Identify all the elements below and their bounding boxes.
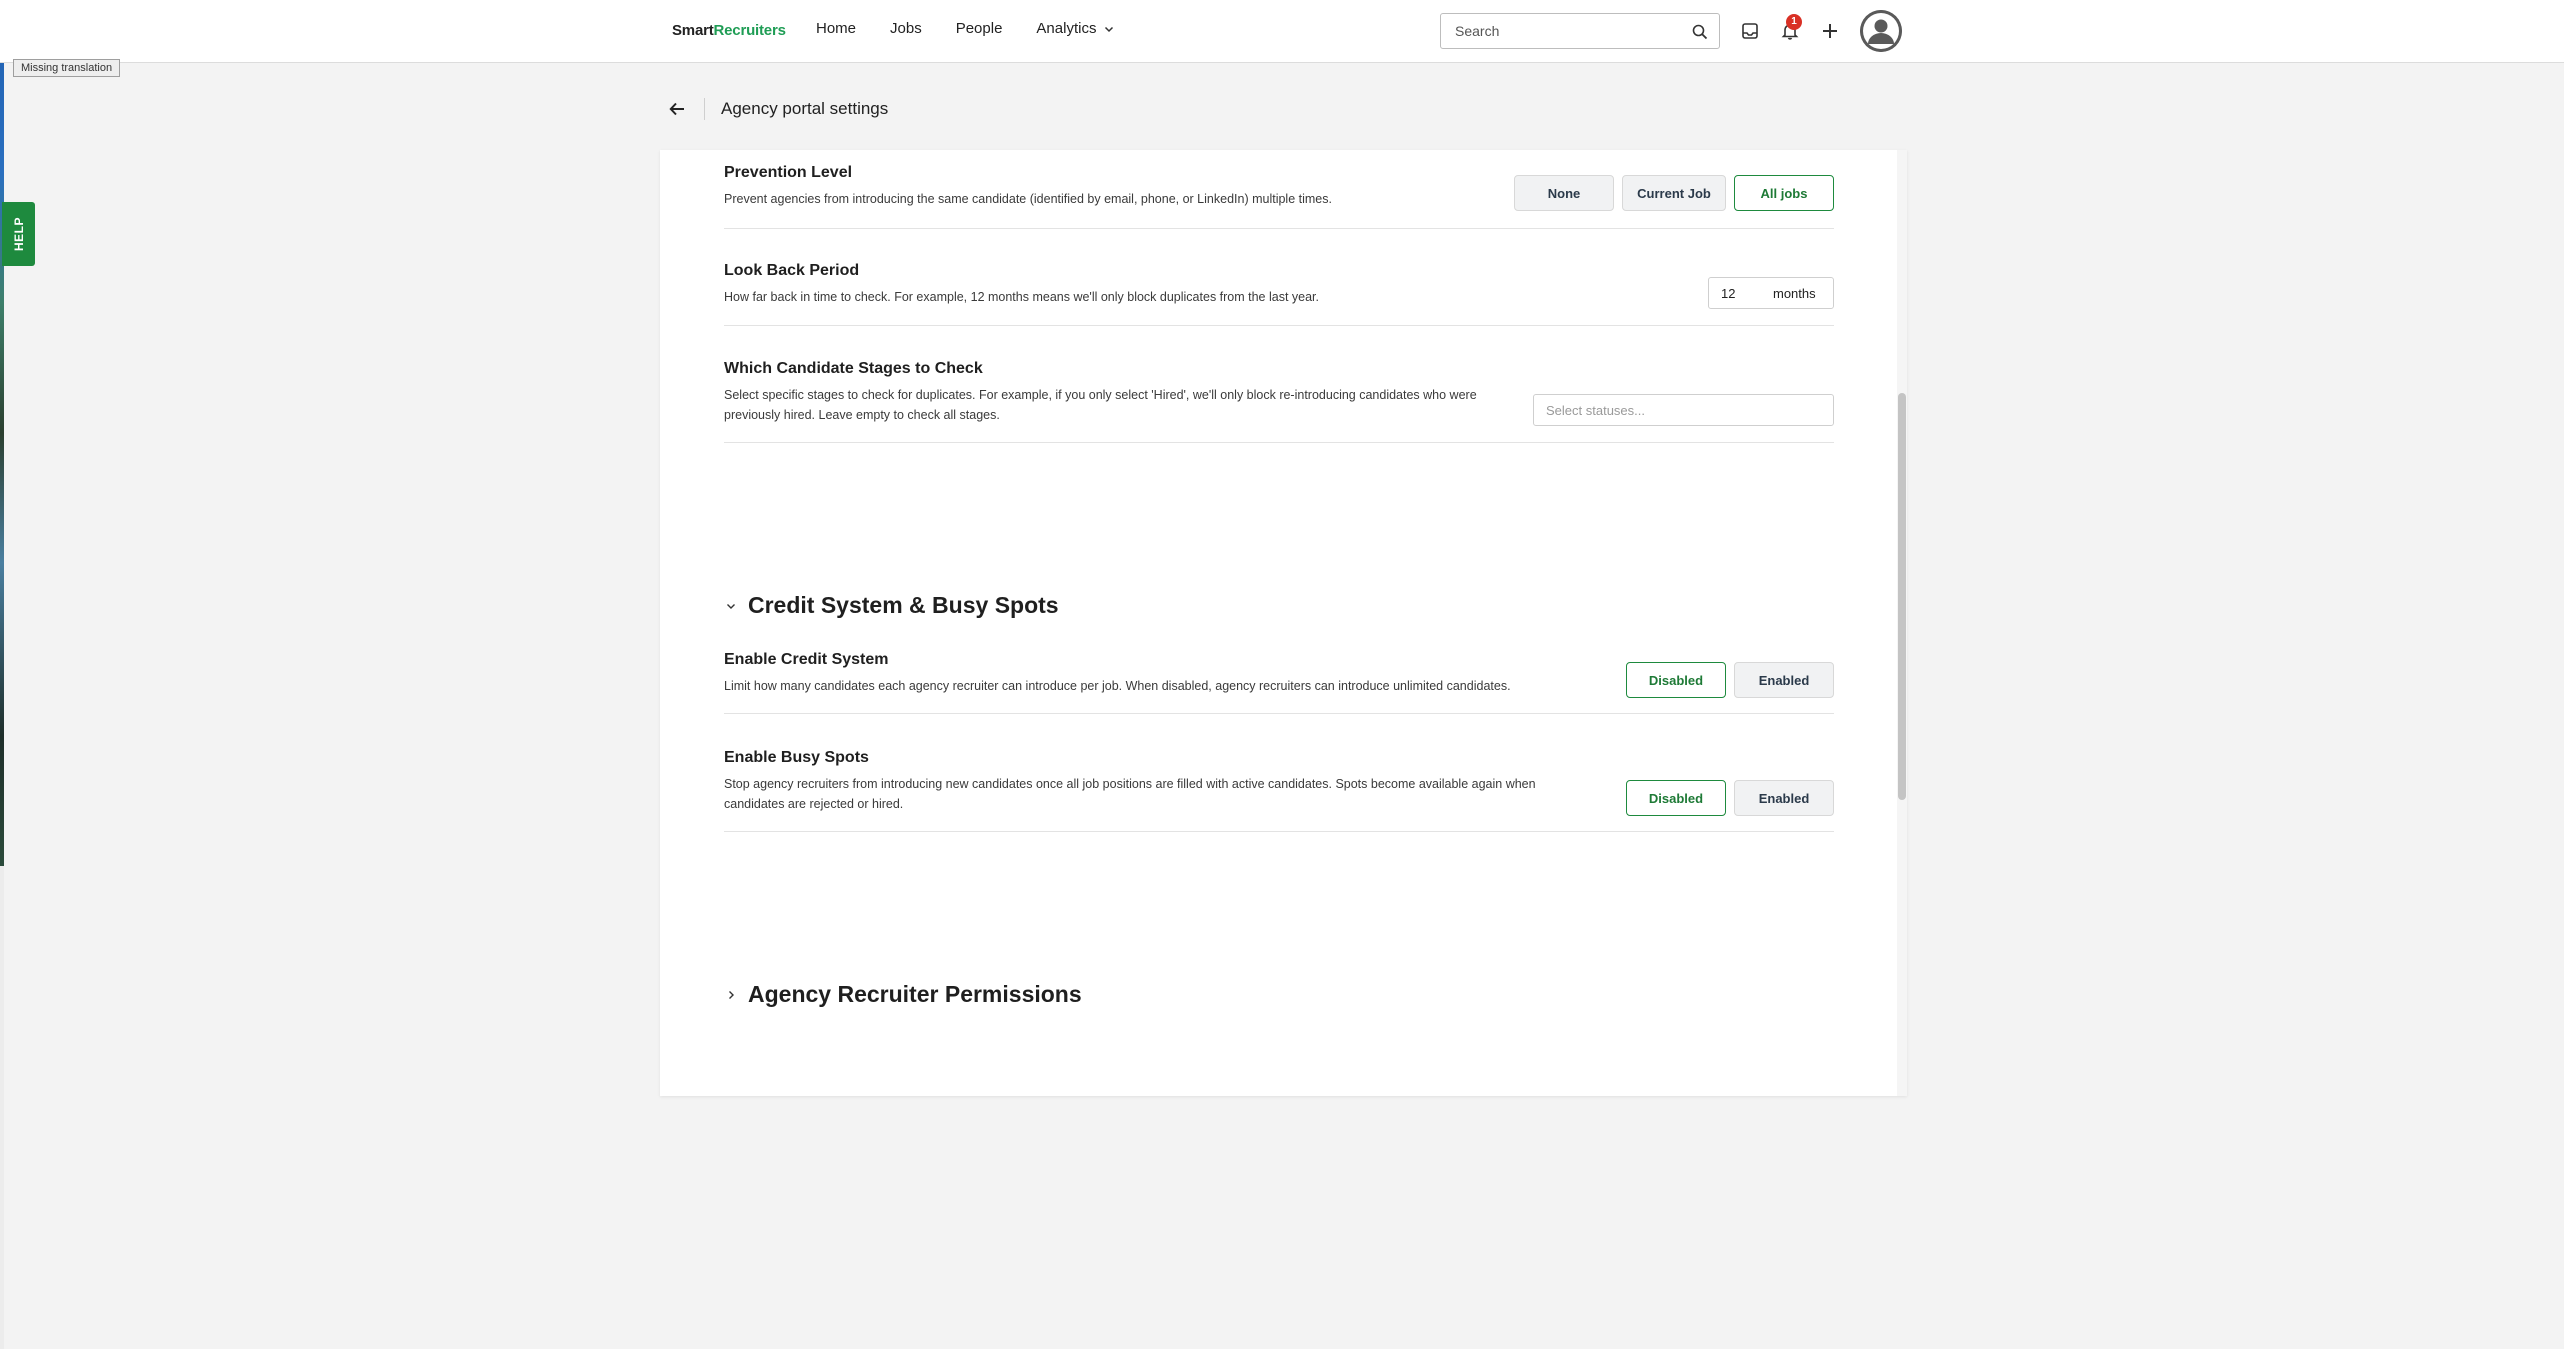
left-edge-background-lower bbox=[0, 866, 4, 1349]
chevron-down-icon bbox=[1105, 26, 1114, 32]
nav-home[interactable]: Home bbox=[816, 20, 856, 37]
main-nav: Home Jobs People Analytics bbox=[816, 20, 1148, 37]
logo-text-smart: Smart bbox=[672, 22, 714, 39]
missing-translation-tooltip: Missing translation bbox=[13, 59, 121, 77]
setting-title: Which Candidate Stages to Check bbox=[724, 360, 983, 377]
nav-people[interactable]: People bbox=[956, 20, 1003, 37]
header-divider bbox=[704, 98, 705, 120]
setting-description: Prevent agencies from introducing the sa… bbox=[724, 192, 1332, 206]
nav-home-label: Home bbox=[816, 20, 857, 37]
help-tab-label: HELP bbox=[11, 216, 26, 252]
setting-description: Stop agency recruiters from introducing … bbox=[724, 777, 1536, 811]
scrollbar-thumb[interactable] bbox=[1898, 393, 1906, 800]
credit-enabled-button[interactable]: Enabled bbox=[1734, 662, 1834, 698]
nav-people-label: People bbox=[955, 20, 1003, 37]
chevron-right-icon bbox=[724, 988, 738, 1002]
setting-title: Enable Busy Spots bbox=[724, 749, 869, 766]
prevention-level-toggle: None Current Job All jobs bbox=[1514, 175, 1834, 211]
top-navigation-bar: SmartRecruiters Home Jobs People Analyti… bbox=[0, 0, 2564, 63]
credit-system-toggle: Disabled Enabled bbox=[1626, 662, 1834, 698]
page-title: Agency portal settings bbox=[721, 99, 889, 118]
look-back-months-input[interactable] bbox=[1709, 285, 1769, 301]
logo-text-recruiters: Recruiters bbox=[713, 22, 786, 39]
chevron-down-icon bbox=[724, 599, 738, 613]
plus-icon[interactable] bbox=[1817, 18, 1843, 44]
nav-analytics[interactable]: Analytics bbox=[1036, 20, 1114, 37]
search-input[interactable] bbox=[1441, 23, 1671, 39]
search-icon[interactable] bbox=[1691, 23, 1709, 41]
section-title: Credit System & Busy Spots bbox=[748, 592, 1059, 618]
busy-disabled-button[interactable]: Disabled bbox=[1626, 780, 1726, 816]
busy-enabled-button[interactable]: Enabled bbox=[1734, 780, 1834, 816]
prevention-current-job-button[interactable]: Current Job bbox=[1622, 175, 1726, 211]
busy-spots-toggle: Disabled Enabled bbox=[1626, 780, 1834, 816]
setting-title: Look Back Period bbox=[724, 262, 860, 279]
nav-analytics-label: Analytics bbox=[1036, 20, 1097, 37]
smartrecruiters-logo[interactable]: SmartRecruiters bbox=[672, 22, 786, 39]
user-avatar[interactable] bbox=[1860, 10, 1902, 52]
arrow-left-icon bbox=[669, 102, 684, 116]
months-unit-label: months bbox=[1773, 285, 1816, 301]
section-title: Agency Recruiter Permissions bbox=[748, 981, 1082, 1007]
left-edge-background bbox=[0, 0, 4, 866]
look-back-months-field[interactable]: months bbox=[1708, 277, 1834, 309]
setting-description: Limit how many candidates each agency re… bbox=[724, 679, 1511, 693]
stages-select-input[interactable] bbox=[1534, 402, 1814, 418]
setting-look-back-period: Look Back Period How far back in time to… bbox=[724, 262, 1834, 326]
inbox-icon[interactable] bbox=[1737, 18, 1763, 44]
notification-badge: 1 bbox=[1786, 14, 1802, 30]
search-box[interactable] bbox=[1440, 13, 1720, 49]
section-credit-busy-spots-header[interactable]: Credit System & Busy Spots bbox=[724, 592, 1059, 619]
help-tab[interactable]: HELP bbox=[2, 202, 35, 266]
stages-select[interactable] bbox=[1533, 394, 1834, 426]
nav-jobs[interactable]: Jobs bbox=[890, 20, 922, 37]
prevention-none-button[interactable]: None bbox=[1514, 175, 1614, 211]
prevention-all-jobs-button[interactable]: All jobs bbox=[1734, 175, 1834, 211]
setting-description: Select specific stages to check for dupl… bbox=[724, 388, 1477, 422]
nav-jobs-label: Jobs bbox=[890, 20, 922, 37]
back-button[interactable] bbox=[660, 92, 694, 126]
section-agency-recruiter-permissions-header[interactable]: Agency Recruiter Permissions bbox=[724, 981, 1082, 1008]
setting-description: How far back in time to check. For examp… bbox=[724, 290, 1320, 304]
credit-disabled-button[interactable]: Disabled bbox=[1626, 662, 1726, 698]
page-header: Agency portal settings bbox=[660, 92, 888, 126]
